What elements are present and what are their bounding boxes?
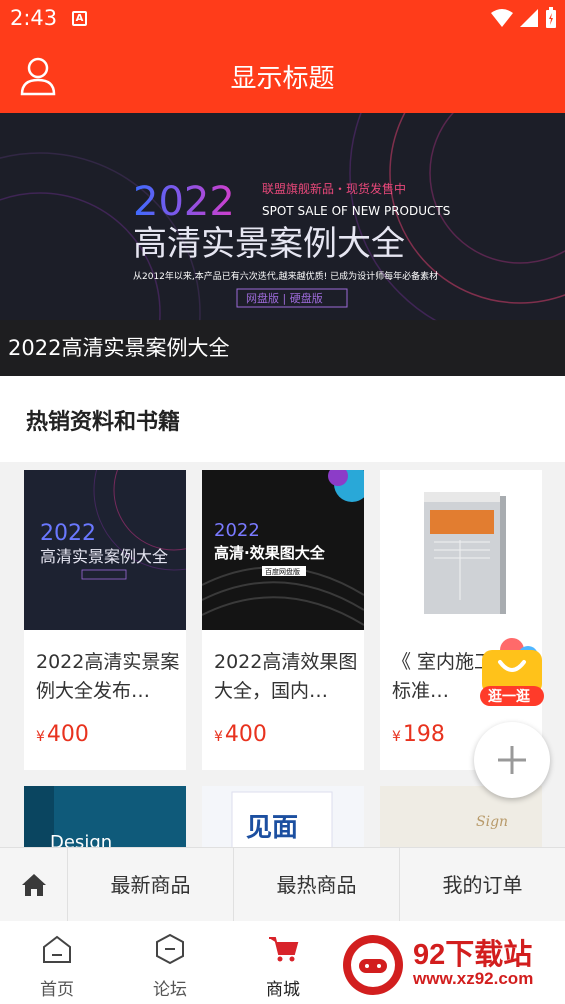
product-cover: 见面	[202, 786, 364, 847]
currency-symbol: ¥	[36, 729, 45, 745]
status-time: 2:43	[10, 6, 58, 30]
price-value: 198	[402, 722, 445, 747]
watermark: 92下载站 www.xz92.com	[335, 927, 565, 1004]
banner-tag: 联盟旗舰新品・现货发售中	[262, 181, 406, 196]
cover-title: 高清实景案例大全	[40, 547, 168, 566]
currency-symbol: ¥	[392, 729, 401, 745]
banner-caption: 2022高清实景案例大全	[0, 320, 565, 376]
shop-menu-bar: 最新商品 最热商品 我的订单	[0, 847, 565, 922]
page-title: 显示标题	[230, 64, 335, 94]
status-icons	[491, 7, 557, 29]
currency-symbol: ¥	[214, 729, 223, 745]
product-name: 2022高清效果图大全，国内…	[214, 651, 358, 702]
banner-subtitle: SPOT SALE OF NEW PRODUCTS	[262, 204, 450, 218]
banner-carousel[interactable]: 2022 联盟旗舰新品・现货发售中 SPOT SALE OF NEW PRODU…	[0, 113, 565, 376]
watermark-logo-icon	[343, 935, 403, 995]
watermark-url: www.xz92.com	[413, 969, 534, 988]
cover-title: 高清·效果图大全	[214, 544, 326, 562]
tab-forum[interactable]: 论坛	[115, 921, 225, 1004]
banner-year: 2022	[133, 179, 235, 225]
add-float-button[interactable]	[474, 722, 550, 798]
product-cover	[380, 470, 542, 630]
shop-float-button[interactable]: 逛一逛	[474, 632, 550, 710]
tab-mall[interactable]: 商城	[228, 921, 338, 1004]
section-title: 热销资料和书籍	[26, 410, 181, 435]
cover-text: 见面	[246, 813, 298, 843]
price-value: 400	[46, 722, 89, 747]
tab-label: 论坛	[153, 980, 187, 1000]
product-cover: Design	[24, 786, 186, 847]
banner-headline: 高清实景案例大全	[133, 224, 405, 264]
menu-home-button[interactable]	[0, 848, 68, 922]
product-name: 2022高清实景案例大全发布…	[36, 651, 180, 702]
forum-icon	[156, 933, 184, 965]
wifi-icon	[491, 9, 513, 27]
banner-description: 从2012年以来,本产品已有六次迭代,越来越优质! 已成为设计师每年必备素材	[133, 270, 438, 282]
price-value: 400	[224, 722, 267, 747]
home-icon	[21, 874, 46, 896]
menu-hottest[interactable]: 最热商品	[234, 848, 400, 922]
menu-my-orders[interactable]: 我的订单	[400, 848, 565, 922]
tab-label: 商城	[266, 980, 300, 1000]
product-card[interactable]: Design	[24, 786, 186, 847]
battery-icon	[546, 7, 556, 28]
tab-home[interactable]: 首页	[2, 921, 112, 1004]
section-header: 热销资料和书籍	[0, 376, 565, 462]
menu-newest[interactable]: 最新商品	[68, 848, 234, 922]
status-bar: 2:43 A	[0, 0, 565, 38]
cover-text: Sign	[476, 814, 508, 830]
notification-icon: A	[72, 11, 87, 26]
watermark-brand: 92下载站	[413, 939, 533, 971]
product-cover: 2022 高清实景案例大全	[24, 470, 186, 630]
home-outline-icon	[43, 935, 71, 963]
cover-text: Design	[50, 832, 112, 847]
cart-icon	[269, 937, 299, 962]
product-card[interactable]: 2022 高清·效果图大全 百度网盘版 2022高清效果图大全，国内… ¥400	[202, 470, 364, 770]
product-price: ¥198	[392, 722, 445, 747]
product-cover: 2022 高清·效果图大全 百度网盘版	[202, 470, 364, 630]
cover-year: 2022	[214, 520, 260, 541]
product-price: ¥400	[36, 722, 89, 747]
product-card[interactable]: 见面	[202, 786, 364, 847]
shop-float-label: 逛一逛	[488, 688, 530, 705]
signal-icon	[520, 9, 538, 27]
app-bar: 显示标题	[0, 38, 565, 113]
banner-image: 2022 联盟旗舰新品・现货发售中 SPOT SALE OF NEW PRODU…	[0, 113, 565, 321]
plus-icon	[498, 746, 526, 774]
tab-label: 首页	[40, 980, 74, 1000]
product-price: ¥400	[214, 722, 267, 747]
product-card[interactable]: 2022 高清实景案例大全 2022高清实景案例大全发布… ¥400	[24, 470, 186, 770]
cover-year: 2022	[40, 521, 96, 546]
cover-badge: 百度网盘版	[265, 567, 300, 576]
banner-badge: 网盘版 | 硬盘版	[246, 291, 323, 305]
